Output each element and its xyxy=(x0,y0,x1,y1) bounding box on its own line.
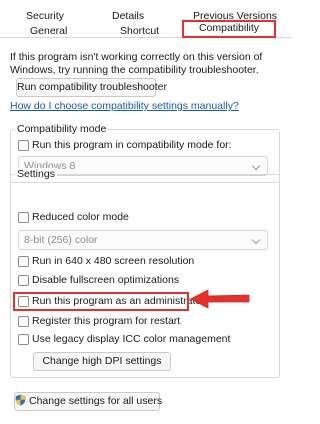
disable-fullscreen-checkbox[interactable] xyxy=(18,274,29,286)
compat-mode-checkbox-row[interactable]: Run this program in compatibility mode f… xyxy=(18,138,232,152)
chevron-down-icon xyxy=(251,235,261,245)
settings-title: Settings xyxy=(15,168,57,180)
reduced-color-label: Reduced color mode xyxy=(32,211,129,223)
legacy-icc-row[interactable]: Use legacy display ICC color management xyxy=(18,332,230,346)
color-depth-select[interactable]: 8-bit (256) color xyxy=(18,230,268,250)
tab-shortcut[interactable]: Shortcut xyxy=(120,25,159,37)
run-640-label: Run in 640 x 480 screen resolution xyxy=(32,255,195,267)
disable-fullscreen-label: Disable fullscreen optimizations xyxy=(32,274,180,286)
intro-text: If this program isn't working correctly … xyxy=(10,51,263,76)
help-link[interactable]: How do I choose compatibility settings m… xyxy=(10,100,239,112)
register-restart-label: Register this program for restart xyxy=(32,315,181,327)
compatibility-mode-title: Compatibility mode xyxy=(15,123,109,135)
reduced-color-checkbox[interactable] xyxy=(18,211,29,223)
legacy-icc-label: Use legacy display ICC color management xyxy=(32,333,231,345)
register-restart-checkbox[interactable] xyxy=(18,315,29,327)
chevron-down-icon xyxy=(251,161,261,171)
change-all-users-label: Change settings for all users xyxy=(29,395,163,407)
run-640-row[interactable]: Run in 640 x 480 screen resolution xyxy=(18,254,194,268)
tab-details[interactable]: Details xyxy=(112,10,144,22)
red-arrow-icon xyxy=(191,289,250,309)
properties-dialog: Security Details Previous Versions Gener… xyxy=(0,0,292,424)
tab-general[interactable]: General xyxy=(30,25,67,37)
change-all-users-button[interactable]: Change settings for all users xyxy=(14,392,163,411)
tab-security[interactable]: Security xyxy=(26,10,64,22)
change-dpi-button[interactable]: Change high DPI settings xyxy=(33,352,171,371)
run-640-checkbox[interactable] xyxy=(18,255,29,267)
compat-mode-checkbox[interactable] xyxy=(18,139,29,151)
admin-highlight-box xyxy=(13,292,189,311)
register-restart-row[interactable]: Register this program for restart xyxy=(18,314,180,328)
reduced-color-row[interactable]: Reduced color mode xyxy=(18,210,129,224)
shield-icon xyxy=(15,394,26,406)
compat-mode-label: Run this program in compatibility mode f… xyxy=(32,139,232,151)
disable-fullscreen-row[interactable]: Disable fullscreen optimizations xyxy=(18,273,179,287)
color-depth-select-value: 8-bit (256) color xyxy=(24,234,98,246)
legacy-icc-checkbox[interactable] xyxy=(18,333,29,345)
tab-compatibility[interactable]: Compatibility xyxy=(182,20,276,38)
run-troubleshooter-button[interactable]: Run compatibility troubleshooter xyxy=(16,78,167,97)
